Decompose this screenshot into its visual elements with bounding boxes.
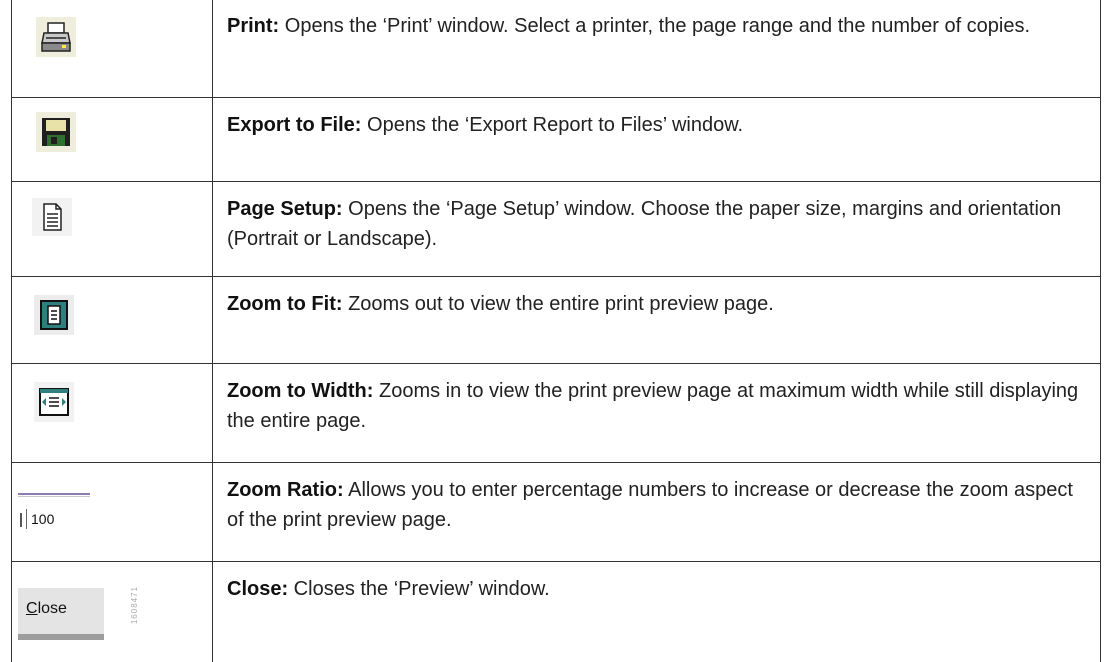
description-cell: Print: Opens the ‘Print’ window. Select …	[213, 0, 1101, 98]
table-row: Zoom to Width: Zooms in to view the prin…	[12, 364, 1101, 463]
term-label: Export to File:	[227, 114, 361, 136]
close-button-shadow	[18, 634, 104, 640]
description-cell: Page Setup: Opens the ‘Page Setup’ windo…	[213, 182, 1101, 277]
toolbar-separator	[20, 513, 22, 527]
icon-cell	[12, 0, 213, 98]
icon-cell	[12, 182, 213, 277]
zoom-to-width-icon[interactable]	[34, 382, 74, 422]
zoom-to-fit-icon[interactable]	[34, 295, 74, 335]
term-label: Print:	[227, 15, 279, 37]
description-cell: Export to File: Opens the ‘Export Report…	[213, 98, 1101, 182]
reference-table: Print: Opens the ‘Print’ window. Select …	[11, 0, 1101, 662]
close-button[interactable]: Close	[18, 588, 104, 640]
table-row: Export to File: Opens the ‘Export Report…	[12, 98, 1101, 182]
icon-cell: 100	[12, 463, 213, 562]
term-description: Opens the ‘Page Setup’ window. Choose th…	[227, 198, 1061, 250]
term-label: Zoom Ratio:	[227, 479, 344, 501]
floppy-disk-icon[interactable]	[36, 112, 76, 152]
close-button-text: lose	[38, 600, 67, 617]
term-description: Opens the ‘Print’ window. Select a print…	[279, 15, 1030, 37]
term-label: Close:	[227, 578, 288, 600]
term-label: Zoom to Fit:	[227, 293, 343, 315]
close-button-label: Close	[26, 600, 67, 618]
toolbar-edge-shadow	[18, 496, 90, 497]
term-label: Page Setup:	[227, 198, 343, 220]
description-cell: Zoom to Width: Zooms in to view the prin…	[213, 364, 1101, 463]
term-description: Closes the ‘Preview’ window.	[288, 578, 550, 600]
icon-cell	[12, 98, 213, 182]
table-row: Page Setup: Opens the ‘Page Setup’ windo…	[12, 182, 1101, 277]
description-cell: Zoom to Fit: Zooms out to view the entir…	[213, 277, 1101, 364]
description-cell: Close: Closes the ‘Preview’ window.	[213, 562, 1101, 662]
table-row: Print: Opens the ‘Print’ window. Select …	[12, 0, 1101, 98]
page-setup-icon[interactable]	[32, 198, 72, 236]
term-label: Zoom to Width:	[227, 380, 373, 402]
zoom-ratio-field[interactable]: 100	[12, 463, 132, 549]
table-row: Zoom to Fit: Zooms out to view the entir…	[12, 277, 1101, 364]
table-row: Close 1608471 Close: Closes the ‘Preview…	[12, 562, 1101, 662]
figure-code: 1608471	[130, 586, 139, 624]
printer-icon[interactable]	[36, 17, 76, 57]
description-cell: Zoom Ratio: Allows you to enter percenta…	[213, 463, 1101, 562]
zoom-ratio-input[interactable]: 100	[26, 509, 89, 529]
close-button-mnemonic: C	[26, 600, 38, 617]
table-row: 100 Zoom Ratio: Allows you to enter perc…	[12, 463, 1101, 562]
toolbar-edge	[18, 493, 90, 495]
term-description: Zooms out to view the entire print previ…	[343, 293, 774, 315]
icon-cell	[12, 277, 213, 364]
icon-cell	[12, 364, 213, 463]
icon-cell: Close 1608471	[12, 562, 213, 662]
term-description: Opens the ‘Export Report to Files’ windo…	[361, 114, 743, 136]
term-description: Allows you to enter percentage numbers t…	[227, 479, 1073, 531]
